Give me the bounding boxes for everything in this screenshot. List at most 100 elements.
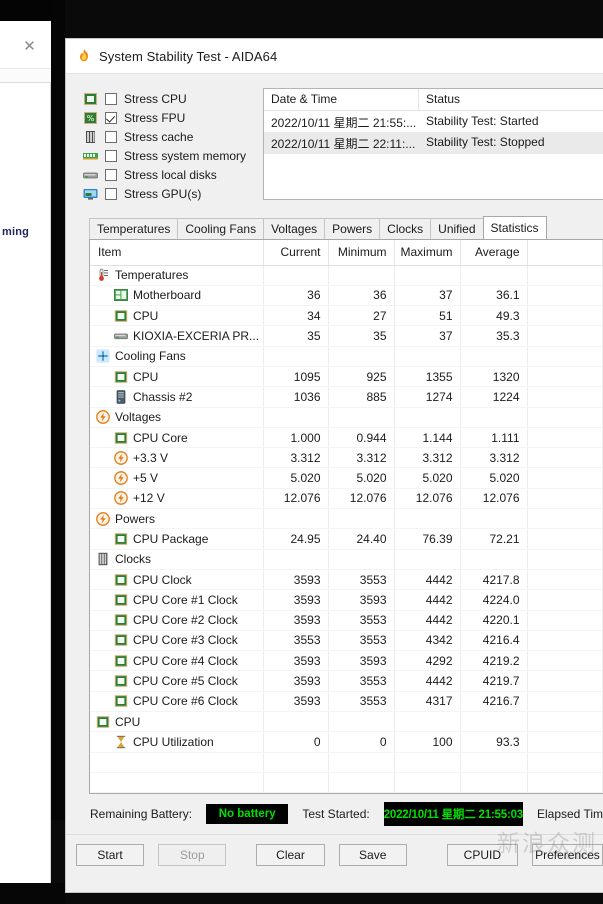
item-label: CPU [115, 715, 140, 729]
column-header-status[interactable]: Status [419, 89, 603, 110]
log-row[interactable]: 2022/10/11 星期二 21:55:... Stability Test:… [264, 111, 603, 132]
table-row[interactable]: +5 V5.0205.0205.0205.020 [90, 468, 603, 488]
cell-minimum [328, 509, 394, 529]
memory-module-icon [83, 149, 98, 163]
tab-powers[interactable]: Powers [324, 218, 380, 239]
table-row[interactable]: CPU Clock3593355344424217.8 [90, 569, 603, 589]
cell-empty [394, 772, 460, 792]
column-header-date-time[interactable]: Date & Time [264, 89, 419, 110]
tab-statistics[interactable]: Statistics [483, 216, 547, 239]
cpu-chip-icon [114, 573, 128, 587]
stress-memory-checkbox[interactable] [105, 150, 117, 162]
table-row[interactable]: CPU Package24.9524.4076.3972.21 [90, 529, 603, 549]
table-row[interactable]: CPU Core #2 Clock3593355344424220.1 [90, 610, 603, 630]
clear-button[interactable]: Clear [256, 844, 324, 866]
cell-item: KIOXIA-EXCERIA PR... [90, 326, 263, 346]
background-window[interactable]: ✕ ming [0, 21, 51, 883]
stress-gpu-checkbox[interactable] [105, 188, 117, 200]
cell-empty [527, 772, 603, 792]
table-row[interactable]: CPU Core #5 Clock3593355344424219.7 [90, 671, 603, 691]
table-row[interactable]: CPU Utilization0010093.3 [90, 732, 603, 752]
stress-option-gpu[interactable]: Stress GPU(s) [83, 186, 251, 203]
tab-unified[interactable]: Unified [430, 218, 483, 239]
column-header-average[interactable]: Average [460, 240, 527, 265]
cpuid-button[interactable]: CPUID [447, 844, 518, 866]
stress-cache-checkbox[interactable] [105, 131, 117, 143]
start-button[interactable]: Start [76, 844, 144, 866]
table-row[interactable]: +3.3 V3.3123.3123.3123.312 [90, 448, 603, 468]
column-header-current[interactable]: Current [263, 240, 328, 265]
stress-option-cpu[interactable]: Stress CPU [83, 90, 251, 107]
cpu-chip-icon [114, 532, 128, 546]
window-titlebar[interactable]: System Stability Test - AIDA64 [66, 39, 603, 73]
stress-disks-checkbox[interactable] [105, 169, 117, 181]
stress-option-memory[interactable]: Stress system memory [83, 148, 251, 165]
cell-item: CPU Core #6 Clock [90, 691, 263, 711]
cell-average: 4219.7 [460, 671, 527, 691]
table-group-row[interactable]: Cooling Fans [90, 346, 603, 366]
save-button[interactable]: Save [339, 844, 407, 866]
table-group-row[interactable]: Temperatures [90, 265, 603, 285]
remaining-battery-label: Remaining Battery: [90, 807, 192, 821]
stress-option-cache[interactable]: Stress cache [83, 128, 251, 145]
table-empty-row [90, 752, 603, 772]
table-row[interactable]: CPU109592513551320 [90, 366, 603, 386]
item-label: Voltages [115, 410, 161, 424]
column-header-maximum[interactable]: Maximum [394, 240, 460, 265]
statistics-table-container[interactable]: Item Current Minimum Maximum Average Tem… [89, 239, 603, 794]
column-header-minimum[interactable]: Minimum [328, 240, 394, 265]
fan-icon [96, 349, 110, 363]
table-row[interactable]: CPU Core #3 Clock3553355343424216.4 [90, 630, 603, 650]
cpu-chip-icon [83, 92, 98, 106]
cell-minimum: 0 [328, 732, 394, 752]
table-empty-row [90, 772, 603, 792]
tab-temperatures[interactable]: Temperatures [89, 218, 178, 239]
table-group-row[interactable]: Voltages [90, 407, 603, 427]
table-row[interactable]: CPU Core #4 Clock3593359342924219.2 [90, 651, 603, 671]
table-row[interactable]: CPU34275149.3 [90, 306, 603, 326]
log-row-datetime: 2022/10/11 星期二 22:11:... [264, 132, 419, 153]
bolt-icon [96, 410, 110, 424]
stress-option-disks[interactable]: Stress local disks [83, 167, 251, 184]
tab-voltages[interactable]: Voltages [263, 218, 325, 239]
table-row[interactable]: KIOXIA-EXCERIA PR...35353735.3 [90, 326, 603, 346]
cpu-chip-icon [114, 654, 128, 668]
table-row[interactable]: Chassis #2103688512741224 [90, 387, 603, 407]
table-row[interactable]: +12 V12.07612.07612.07612.076 [90, 488, 603, 508]
preferences-button[interactable]: Preferences [532, 844, 603, 866]
cell-item: CPU [90, 366, 263, 386]
cell-minimum: 3593 [328, 590, 394, 610]
cell-item: CPU Clock [90, 569, 263, 589]
item-label: Temperatures [115, 268, 188, 282]
gpu-monitor-icon [83, 187, 98, 201]
table-group-row[interactable]: Powers [90, 509, 603, 529]
item-label: CPU Core #1 Clock [133, 593, 238, 607]
cell-maximum: 51 [394, 306, 460, 326]
table-group-row[interactable]: CPU [90, 712, 603, 732]
close-x-icon[interactable]: ✕ [21, 38, 38, 55]
table-row[interactable]: CPU Core #6 Clock3593355343174216.7 [90, 691, 603, 711]
log-row[interactable]: 2022/10/11 星期二 22:11:... Stability Test:… [264, 132, 603, 153]
tab-cooling-fans[interactable]: Cooling Fans [177, 218, 264, 239]
table-row[interactable]: Motherboard36363736.1 [90, 285, 603, 305]
cell-item: Powers [90, 509, 263, 529]
cell-current: 12.076 [263, 488, 328, 508]
cell-spacer [527, 366, 603, 386]
cell-current: 5.020 [263, 468, 328, 488]
table-row[interactable]: CPU Core1.0000.9441.1441.111 [90, 427, 603, 447]
tab-clocks[interactable]: Clocks [379, 218, 431, 239]
cell-spacer [527, 509, 603, 529]
cell-spacer [527, 448, 603, 468]
cell-item: CPU Core #5 Clock [90, 671, 263, 691]
cell-current: 1036 [263, 387, 328, 407]
stress-cpu-checkbox[interactable] [105, 93, 117, 105]
event-log-list[interactable]: Date & Time Status 2022/10/11 星期二 21:55:… [263, 88, 603, 200]
stress-option-fpu[interactable]: % Stress FPU [83, 109, 251, 126]
column-header-item[interactable]: Item [90, 240, 263, 265]
table-group-row[interactable]: Clocks [90, 549, 603, 569]
table-row[interactable]: CPU Core #1 Clock3593359344424224.0 [90, 590, 603, 610]
cell-item: CPU Core #1 Clock [90, 590, 263, 610]
cell-spacer [527, 306, 603, 326]
item-label: Powers [115, 512, 155, 526]
stress-fpu-checkbox[interactable] [105, 112, 117, 124]
